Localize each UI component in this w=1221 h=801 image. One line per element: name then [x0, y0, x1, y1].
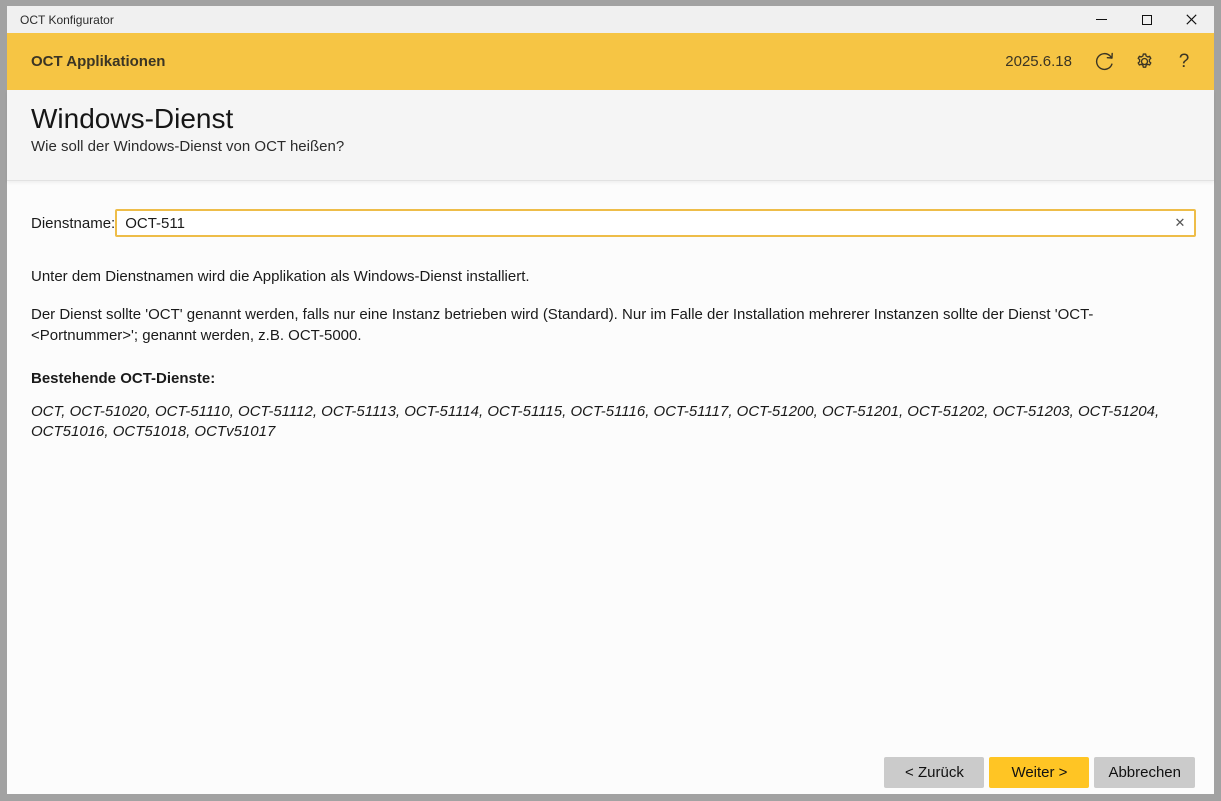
- next-button[interactable]: Weiter >: [989, 757, 1089, 788]
- maximize-button[interactable]: [1124, 6, 1169, 33]
- app-window: OCT Konfigurator OCT Applikationen 2025.…: [0, 0, 1221, 801]
- service-name-row: Dienstname: ✕: [24, 209, 1196, 237]
- gear-icon: [1134, 51, 1155, 72]
- close-button[interactable]: [1169, 6, 1214, 33]
- help-icon: ?: [1179, 51, 1190, 73]
- clear-icon: ✕: [1175, 215, 1186, 231]
- appbar-title: OCT Applikationen: [31, 53, 165, 70]
- page-header: Windows-Dienst Wie soll der Windows-Dien…: [7, 90, 1214, 181]
- refresh-button[interactable]: [1084, 42, 1124, 82]
- appbar-actions: 2025.6.18 ?: [1005, 42, 1204, 82]
- appbar: OCT Applikationen 2025.6.18 ?: [7, 33, 1214, 90]
- window-controls: [1079, 6, 1214, 33]
- existing-services-list: OCT, OCT-51020, OCT-51110, OCT-51112, OC…: [24, 402, 1189, 443]
- refresh-icon: [1094, 51, 1115, 72]
- page-subtitle: Wie soll der Windows-Dienst von OCT heiß…: [31, 138, 1190, 155]
- help-button[interactable]: ?: [1164, 42, 1204, 82]
- close-icon: [1186, 14, 1197, 25]
- service-name-label: Dienstname:: [24, 215, 115, 232]
- clear-input-button[interactable]: ✕: [1170, 213, 1190, 233]
- back-button[interactable]: < Zurück: [884, 757, 984, 788]
- service-name-input[interactable]: [115, 209, 1196, 237]
- maximize-icon: [1142, 15, 1152, 25]
- info-paragraph-2: Der Dienst sollte 'OCT' genannt werden, …: [24, 305, 1189, 346]
- existing-services-heading: Bestehende OCT-Dienste:: [24, 369, 1196, 389]
- page-content: Dienstname: ✕ Unter dem Dienstnamen wird…: [7, 181, 1214, 794]
- info-paragraph-1: Unter dem Dienstnamen wird die Applikati…: [24, 267, 1196, 287]
- minimize-button[interactable]: [1079, 6, 1124, 33]
- window-title: OCT Konfigurator: [7, 13, 114, 27]
- minimize-icon: [1096, 19, 1107, 20]
- settings-button[interactable]: [1124, 42, 1164, 82]
- version-label: 2025.6.18: [1005, 53, 1072, 70]
- wizard-footer: < Zurück Weiter > Abbrechen: [884, 757, 1195, 788]
- page-title: Windows-Dienst: [31, 103, 1190, 135]
- cancel-button[interactable]: Abbrechen: [1094, 757, 1195, 788]
- titlebar: OCT Konfigurator: [7, 6, 1214, 33]
- service-name-input-wrap: ✕: [115, 209, 1196, 237]
